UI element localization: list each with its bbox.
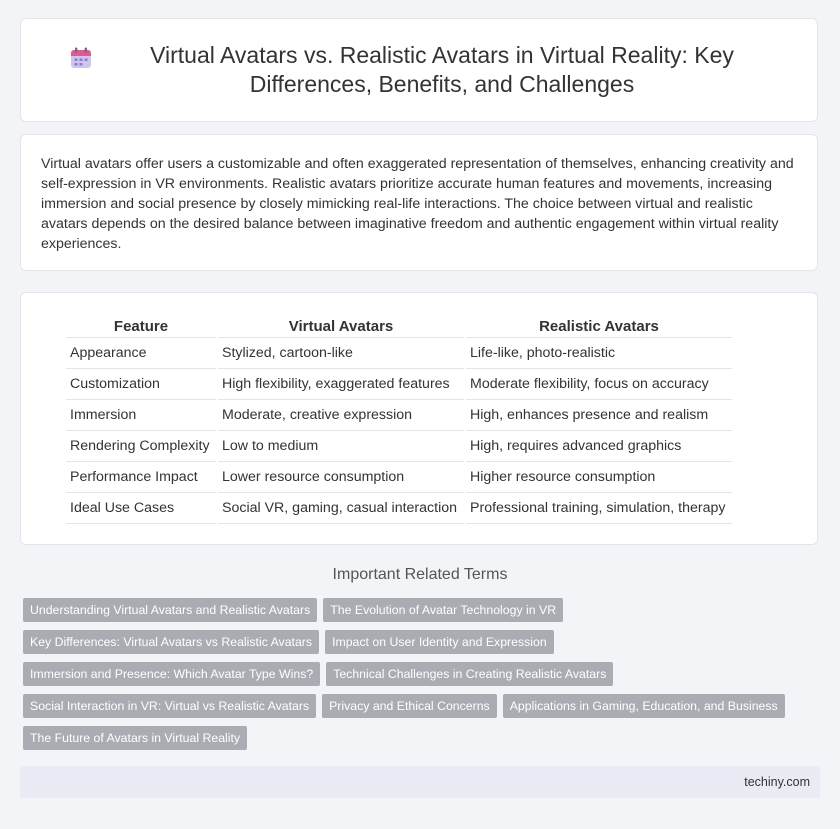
table-cell: Immersion [66,400,216,431]
table-cell: Customization [66,369,216,400]
table-cell: Moderate, creative expression [218,400,464,431]
calendar-icon [69,46,93,70]
table-cell: Social VR, gaming, casual interaction [218,493,464,524]
table-cell: Performance Impact [66,462,216,493]
table-cell: Rendering Complexity [66,431,216,462]
header-feature: Feature [66,315,216,338]
related-terms-list: Understanding Virtual Avatars and Realis… [23,598,803,750]
table-cell: High, enhances presence and realism [466,400,732,431]
related-term-tag[interactable]: Immersion and Presence: Which Avatar Typ… [23,662,321,686]
table-cell: Professional training, simulation, thera… [466,493,732,524]
table-cell: High flexibility, exaggerated features [218,369,464,400]
related-terms-heading: Important Related Terms [332,566,508,583]
table-cell: Life-like, photo-realistic [466,338,732,369]
table-row: Ideal Use Cases Social VR, gaming, casua… [66,493,732,524]
related-term-tag[interactable]: The Evolution of Avatar Technology in VR [323,598,564,622]
table-header-row: Feature Virtual Avatars Realistic Avatar… [66,315,732,338]
related-term-tag[interactable]: Privacy and Ethical Concerns [322,694,497,718]
related-term-tag[interactable]: Applications in Gaming, Education, and B… [502,694,785,718]
footer-site-name[interactable]: techiny.com [744,775,810,789]
related-term-tag[interactable]: Understanding Virtual Avatars and Realis… [23,598,318,622]
table-row: Appearance Stylized, cartoon-like Life-l… [66,338,732,369]
intro-card: Virtual avatars offer users a customizab… [20,134,818,271]
table-cell: Higher resource consumption [466,462,732,493]
comparison-card: Feature Virtual Avatars Realistic Avatar… [20,292,818,545]
table-cell: Moderate flexibility, focus on accuracy [466,369,732,400]
table-row: Performance Impact Lower resource consum… [66,462,732,493]
table-cell: High, requires advanced graphics [466,431,732,462]
related-term-tag[interactable]: Impact on User Identity and Expression [325,630,554,654]
related-term-tag[interactable]: The Future of Avatars in Virtual Reality [23,726,248,750]
table-cell: Appearance [66,338,216,369]
related-term-tag[interactable]: Social Interaction in VR: Virtual vs Rea… [23,694,317,718]
header-virtual-avatars: Virtual Avatars [218,315,464,338]
table-row: Customization High flexibility, exaggera… [66,369,732,400]
title-card: Virtual Avatars vs. Realistic Avatars in… [20,18,818,122]
comparison-table: Feature Virtual Avatars Realistic Avatar… [64,315,734,524]
table-cell: Stylized, cartoon-like [218,338,464,369]
header-realistic-avatars: Realistic Avatars [466,315,732,338]
table-cell: Lower resource consumption [218,462,464,493]
table-cell: Ideal Use Cases [66,493,216,524]
table-row: Immersion Moderate, creative expression … [66,400,732,431]
intro-paragraph: Virtual avatars offer users a customizab… [41,156,794,252]
table-cell: Low to medium [218,431,464,462]
related-term-tag[interactable]: Technical Challenges in Creating Realist… [326,662,614,686]
title-wrap: Virtual Avatars vs. Realistic Avatars in… [69,41,769,99]
footer: techiny.com [20,766,820,798]
table-row: Rendering Complexity Low to medium High,… [66,431,732,462]
page-title: Virtual Avatars vs. Realistic Avatars in… [150,42,734,97]
related-term-tag[interactable]: Key Differences: Virtual Avatars vs Real… [23,630,320,654]
